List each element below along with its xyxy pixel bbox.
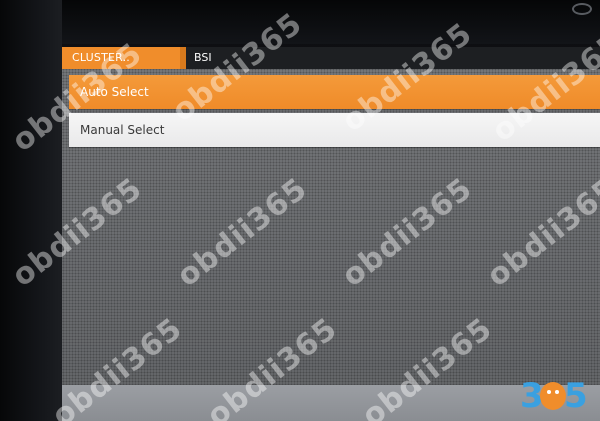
list-item-label: Manual Select bbox=[80, 123, 165, 137]
smiley-face-icon bbox=[540, 382, 566, 410]
device-bezel-left bbox=[0, 0, 62, 421]
list-item-manual-select[interactable]: Manual Select bbox=[69, 113, 600, 147]
list-item-label: Auto Select bbox=[80, 85, 149, 99]
brand-logo: 3 5 bbox=[520, 376, 590, 416]
device-screen: CLUSTER.. BSI Auto Select Manual Select bbox=[62, 47, 600, 421]
tab-cluster[interactable]: CLUSTER.. bbox=[62, 47, 180, 69]
selection-list: Auto Select Manual Select bbox=[69, 75, 600, 151]
tab-bsi[interactable]: BSI bbox=[186, 47, 212, 69]
device-frame: CLUSTER.. BSI Auto Select Manual Select … bbox=[0, 0, 600, 421]
bezel-ring-icon bbox=[572, 3, 592, 15]
list-item-auto-select[interactable]: Auto Select bbox=[69, 75, 600, 109]
logo-digit-right: 5 bbox=[564, 376, 588, 416]
device-bezel-top bbox=[0, 0, 600, 44]
title-bar: CLUSTER.. BSI bbox=[62, 47, 600, 69]
